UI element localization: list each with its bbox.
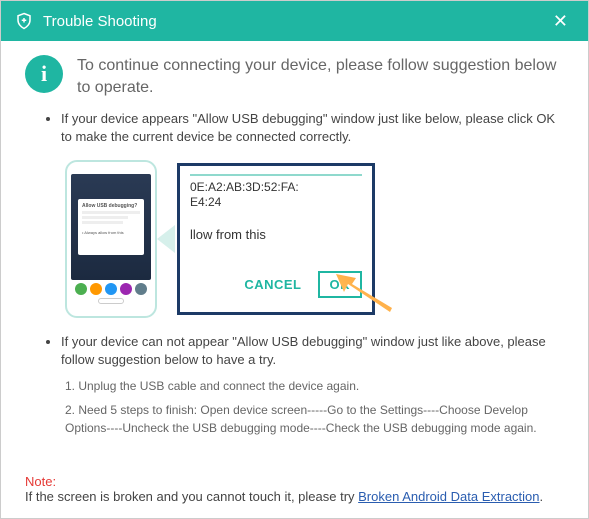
phone-mockup: Allow USB debugging? • Always allow from…	[65, 160, 157, 318]
note-text: If the screen is broken and you cannot t…	[25, 489, 358, 504]
titlebar: Trouble Shooting ✕	[1, 1, 588, 41]
footer-note: Note: If the screen is broken and you ca…	[1, 474, 588, 518]
arrow-icon	[330, 272, 396, 316]
usb-dialog: 0E:A2:AB:3D:52:FA: E4:24 llow from this …	[177, 163, 375, 315]
intro-text: To continue connecting your device, plea…	[77, 55, 564, 98]
phone-popup-title: Allow USB debugging?	[82, 203, 140, 209]
illustration: Allow USB debugging? • Always allow from…	[65, 159, 564, 319]
close-icon[interactable]: ✕	[547, 7, 574, 36]
step-2: 2. Need 5 steps to finish: Open device s…	[65, 401, 564, 437]
cancel-button[interactable]: CANCEL	[244, 277, 301, 292]
bullet-item-2: If your device can not appear "Allow USB…	[61, 333, 564, 369]
info-icon: i	[25, 55, 63, 93]
note-end: .	[540, 489, 544, 504]
substeps: 1. Unplug the USB cable and connect the …	[65, 377, 564, 437]
content-area: i To continue connecting your device, pl…	[1, 41, 588, 474]
allow-from-text: llow from this	[190, 227, 362, 242]
broken-android-link[interactable]: Broken Android Data Extraction	[358, 489, 539, 504]
step-1: 1. Unplug the USB cable and connect the …	[65, 377, 564, 395]
window-title: Trouble Shooting	[43, 13, 157, 30]
speech-tail-icon	[157, 225, 175, 253]
mac-address-line1: 0E:A2:AB:3D:52:FA:	[190, 180, 362, 196]
troubleshooting-window: Trouble Shooting ✕ i To continue connect…	[0, 0, 589, 519]
shield-icon	[15, 12, 33, 30]
home-button-icon	[98, 298, 124, 304]
phone-popup: Allow USB debugging? • Always allow from…	[78, 199, 144, 255]
note-label: Note:	[25, 474, 56, 489]
bullet-item-1: If your device appears "Allow USB debugg…	[61, 110, 564, 146]
mac-address-line2: E4:24	[190, 195, 362, 211]
phone-nav-icons	[71, 280, 151, 295]
